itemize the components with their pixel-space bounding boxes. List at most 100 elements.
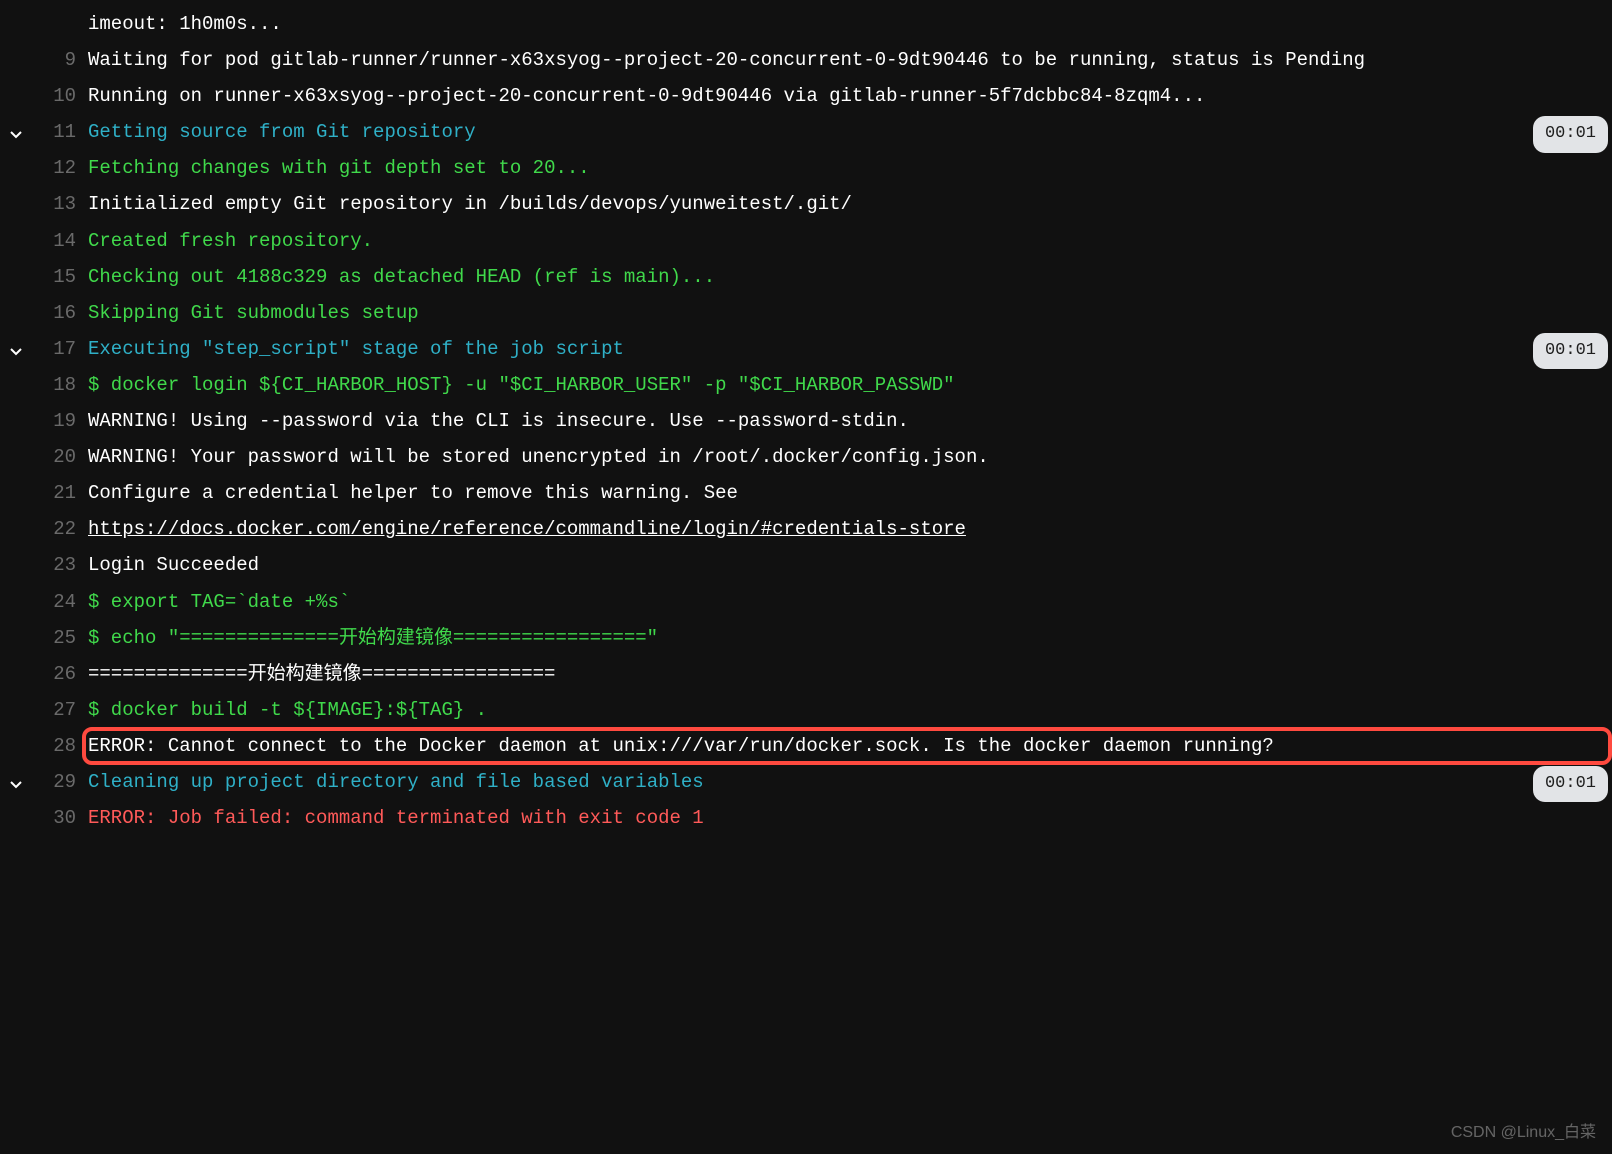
collapse-gutter xyxy=(0,403,32,408)
watermark-text: CSDN @Linux_白菜 xyxy=(0,1118,1612,1148)
line-number: 30 xyxy=(32,800,88,836)
collapse-gutter xyxy=(0,475,32,480)
collapse-gutter xyxy=(0,439,32,444)
collapse-gutter xyxy=(0,186,32,191)
chevron-down-icon[interactable] xyxy=(8,119,24,135)
collapse-gutter xyxy=(0,584,32,589)
line-number: 14 xyxy=(32,223,88,259)
log-line: 19 WARNING! Using --password via the CLI… xyxy=(0,403,1612,439)
chevron-down-icon[interactable] xyxy=(8,769,24,785)
log-section-header[interactable]: 29 Cleaning up project directory and fil… xyxy=(0,764,1612,800)
collapse-gutter xyxy=(0,42,32,47)
collapse-gutter[interactable] xyxy=(0,331,32,352)
line-number: 10 xyxy=(32,78,88,114)
log-line: 15 Checking out 4188c329 as detached HEA… xyxy=(0,259,1612,295)
line-number: 29 xyxy=(32,764,88,800)
log-text: ==============开始构建镜像================= xyxy=(88,656,1612,692)
log-text: $ export TAG=`date +%s` xyxy=(88,584,1612,620)
log-text: Checking out 4188c329 as detached HEAD (… xyxy=(88,259,1612,295)
line-number: 9 xyxy=(32,42,88,78)
line-number: 26 xyxy=(32,656,88,692)
log-text: ERROR: Job failed: command terminated wi… xyxy=(88,800,1612,836)
log-text: Running on runner-x63xsyog--project-20-c… xyxy=(88,78,1612,114)
log-line: 20 WARNING! Your password will be stored… xyxy=(0,439,1612,475)
log-line: 22 https://docs.docker.com/engine/refere… xyxy=(0,511,1612,547)
collapse-gutter[interactable] xyxy=(0,764,32,785)
log-line: 14 Created fresh repository. xyxy=(0,223,1612,259)
collapse-gutter xyxy=(0,692,32,697)
log-line: 18 $ docker login ${CI_HARBOR_HOST} -u "… xyxy=(0,367,1612,403)
log-line: 30 ERROR: Job failed: command terminated… xyxy=(0,800,1612,836)
docs-link[interactable]: https://docs.docker.com/engine/reference… xyxy=(88,518,966,540)
collapse-gutter xyxy=(0,728,32,733)
collapse-gutter xyxy=(0,150,32,155)
ci-job-log: imeout: 1h0m0s... 9 Waiting for pod gitl… xyxy=(0,6,1612,836)
log-text: Cleaning up project directory and file b… xyxy=(88,764,1612,800)
line-number: 12 xyxy=(32,150,88,186)
log-line: 9 Waiting for pod gitlab-runner/runner-x… xyxy=(0,42,1612,78)
line-number: 23 xyxy=(32,547,88,583)
section-duration-badge: 00:01 xyxy=(1533,333,1608,369)
log-text: ERROR: Cannot connect to the Docker daem… xyxy=(88,728,1612,764)
line-number: 13 xyxy=(32,186,88,222)
log-text: Skipping Git submodules setup xyxy=(88,295,1612,331)
line-number: 25 xyxy=(32,620,88,656)
log-text: https://docs.docker.com/engine/reference… xyxy=(88,511,1612,547)
collapse-gutter xyxy=(0,511,32,516)
log-line: 26 ==============开始构建镜像================= xyxy=(0,656,1612,692)
log-text: Created fresh repository. xyxy=(88,223,1612,259)
line-number: 20 xyxy=(32,439,88,475)
log-text: Fetching changes with git depth set to 2… xyxy=(88,150,1612,186)
log-line: 24 $ export TAG=`date +%s` xyxy=(0,584,1612,620)
section-duration-badge: 00:01 xyxy=(1533,116,1608,152)
line-number: 22 xyxy=(32,511,88,547)
collapse-gutter[interactable] xyxy=(0,114,32,135)
collapse-gutter xyxy=(0,620,32,625)
log-text: WARNING! Your password will be stored un… xyxy=(88,439,1612,475)
chevron-down-icon[interactable] xyxy=(8,336,24,352)
log-text: $ docker build -t ${IMAGE}:${TAG} . xyxy=(88,692,1612,728)
line-number: 16 xyxy=(32,295,88,331)
log-text: $ echo "==============开始构建镜像============… xyxy=(88,620,1612,656)
log-line: 10 Running on runner-x63xsyog--project-2… xyxy=(0,78,1612,114)
line-number: 19 xyxy=(32,403,88,439)
log-line: 12 Fetching changes with git depth set t… xyxy=(0,150,1612,186)
collapse-gutter xyxy=(0,259,32,264)
log-text: Getting source from Git repository xyxy=(88,114,1612,150)
log-text: Login Succeeded xyxy=(88,547,1612,583)
line-number: 24 xyxy=(32,584,88,620)
log-line: 23 Login Succeeded xyxy=(0,547,1612,583)
collapse-gutter xyxy=(0,78,32,83)
line-number: 28 xyxy=(32,728,88,764)
log-line: 21 Configure a credential helper to remo… xyxy=(0,475,1612,511)
log-section-header[interactable]: 11 Getting source from Git repository 00… xyxy=(0,114,1612,150)
collapse-gutter xyxy=(0,367,32,372)
collapse-gutter xyxy=(0,295,32,300)
collapse-gutter xyxy=(0,547,32,552)
log-section-header[interactable]: 17 Executing "step_script" stage of the … xyxy=(0,331,1612,367)
line-number: 18 xyxy=(32,367,88,403)
collapse-gutter xyxy=(0,656,32,661)
line-number: 27 xyxy=(32,692,88,728)
log-line: imeout: 1h0m0s... xyxy=(0,6,1612,42)
log-line-error-highlight: 28 ERROR: Cannot connect to the Docker d… xyxy=(0,728,1612,764)
log-text: WARNING! Using --password via the CLI is… xyxy=(88,403,1612,439)
section-duration-badge: 00:01 xyxy=(1533,766,1608,802)
line-number: 21 xyxy=(32,475,88,511)
collapse-gutter xyxy=(0,223,32,228)
log-line: 27 $ docker build -t ${IMAGE}:${TAG} . xyxy=(0,692,1612,728)
log-text: Configure a credential helper to remove … xyxy=(88,475,1612,511)
log-text: Waiting for pod gitlab-runner/runner-x63… xyxy=(88,42,1612,78)
log-line: 25 $ echo "==============开始构建镜像=========… xyxy=(0,620,1612,656)
log-text: imeout: 1h0m0s... xyxy=(88,6,1612,42)
log-text: $ docker login ${CI_HARBOR_HOST} -u "$CI… xyxy=(88,367,1612,403)
log-line: 16 Skipping Git submodules setup xyxy=(0,295,1612,331)
collapse-gutter xyxy=(0,6,32,11)
line-number: 11 xyxy=(32,114,88,150)
log-line: 13 Initialized empty Git repository in /… xyxy=(0,186,1612,222)
line-number: 15 xyxy=(32,259,88,295)
line-number: 17 xyxy=(32,331,88,367)
log-text: Executing "step_script" stage of the job… xyxy=(88,331,1612,367)
collapse-gutter xyxy=(0,800,32,805)
log-text: Initialized empty Git repository in /bui… xyxy=(88,186,1612,222)
